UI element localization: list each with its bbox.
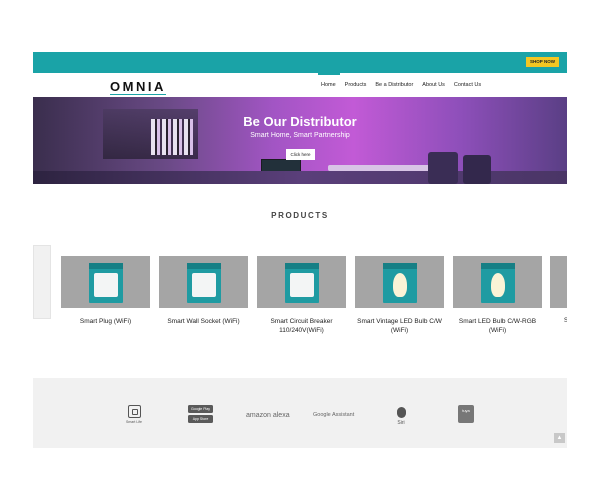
hero-title: Be Our Distributor (243, 114, 357, 129)
nav-products[interactable]: Products (345, 82, 367, 88)
nav-contact-us[interactable]: Contact Us (454, 82, 481, 88)
bulb-box-icon (383, 263, 417, 303)
product-image[interactable] (159, 256, 248, 308)
product-image[interactable] (61, 256, 150, 308)
products-carousel: k Smart Plug (WiFi) Smart Wall Socket (W… (33, 245, 567, 350)
product-image[interactable] (257, 256, 346, 308)
nav-about-us[interactable]: About Us (422, 82, 445, 88)
scroll-to-top-button[interactable]: ▲ (554, 433, 565, 443)
amazon-alexa-logo[interactable]: amazon alexa (246, 412, 290, 419)
smart-life-logo[interactable]: Smart Life (124, 405, 144, 424)
nav-active-indicator (318, 73, 340, 75)
hero-subtitle: Smart Home, Smart Partnership (250, 132, 350, 139)
socket-box-icon (187, 263, 221, 303)
siri-logo[interactable]: Siri (393, 407, 409, 426)
product-card[interactable]: Smart Circuit Breaker 110/240V(WiFi) (257, 256, 346, 335)
partial-product-image-right[interactable] (550, 256, 567, 308)
smart-life-label: Smart Life (126, 420, 142, 424)
plug-box-icon (89, 263, 123, 303)
nav-links: Home Products Be a Distributor About Us … (321, 82, 490, 88)
product-card[interactable]: Smart LED Bulb C/W-RGB (WiFi) (453, 256, 542, 335)
hero-click-here-button[interactable]: Click here (286, 149, 315, 160)
product-name[interactable]: Smart Wall Socket (WiFi) (159, 318, 248, 327)
nav-be-a-distributor[interactable]: Be a Distributor (375, 82, 413, 88)
tuya-logo[interactable]: tuya (458, 405, 474, 423)
shop-now-button[interactable]: SHOP NOW (526, 57, 559, 67)
product-name[interactable]: Smart LED Bulb C/W-RGB (WiFi) (453, 318, 542, 335)
product-name[interactable]: Smart Vintage LED Bulb C/W (WiFi) (355, 318, 444, 335)
microphone-icon (396, 407, 406, 418)
product-image[interactable] (355, 256, 444, 308)
app-store-badges: Google Play App Store (188, 405, 214, 425)
app-store-badge[interactable]: App Store (188, 415, 213, 423)
breaker-box-icon (285, 263, 319, 303)
hero-chair-image (428, 152, 458, 184)
arrow-up-icon: ▲ (556, 435, 563, 441)
product-card[interactable]: Smart Plug (WiFi) (61, 256, 150, 327)
hero-chair-image (463, 155, 491, 184)
google-assistant-logo[interactable]: Google Assistant (313, 412, 354, 418)
product-image[interactable] (453, 256, 542, 308)
hero-banner: Be Our Distributor Smart Home, Smart Par… (33, 97, 567, 184)
omnia-logo[interactable]: OMNIA (110, 79, 166, 95)
top-bar: SHOP NOW (33, 52, 567, 73)
siri-label: Siri (397, 420, 405, 426)
webpage-frame: SHOP NOW OMNIA Home Products Be a Distri… (33, 52, 567, 448)
product-card[interactable]: Smart Wall Socket (WiFi) (159, 256, 248, 327)
partial-product-name-right[interactable]: S (564, 318, 567, 324)
product-name[interactable]: Smart Circuit Breaker 110/240V(WiFi) (257, 318, 346, 335)
nav-home[interactable]: Home (321, 82, 336, 88)
hero-table-image (328, 165, 438, 171)
navigation-bar: OMNIA Home Products Be a Distributor Abo… (33, 73, 567, 97)
product-card[interactable]: Smart Vintage LED Bulb C/W (WiFi) (355, 256, 444, 335)
bulb-box-icon (481, 263, 515, 303)
partial-product-image-left[interactable] (33, 245, 51, 319)
partners-footer: Smart Life Google Play App Store amazon … (33, 378, 567, 448)
google-play-badge[interactable]: Google Play (188, 405, 213, 413)
product-name[interactable]: Smart Plug (WiFi) (61, 318, 150, 327)
products-section-title: PRODUCTS (271, 211, 329, 220)
smart-life-icon (127, 405, 141, 418)
